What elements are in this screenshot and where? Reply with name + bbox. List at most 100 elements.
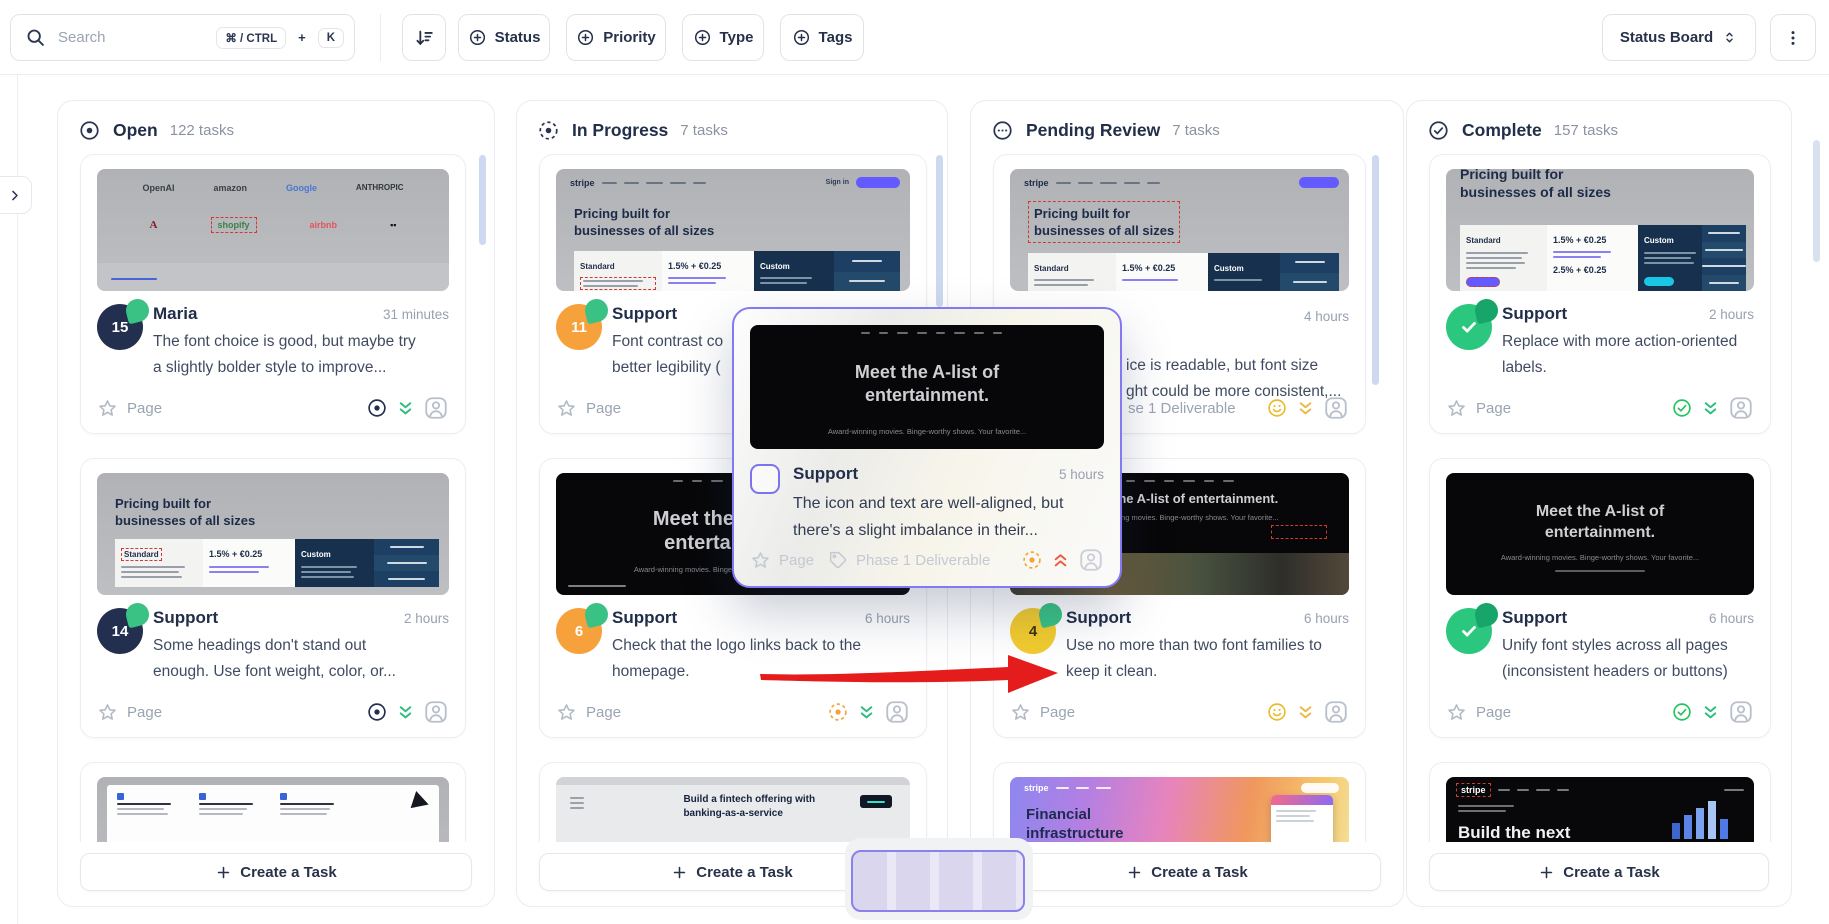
view-select-value: Status Board bbox=[1620, 29, 1713, 46]
priority-chevrons-down-icon[interactable] bbox=[395, 702, 416, 723]
card-timestamp: 2 hours bbox=[1709, 307, 1754, 322]
thumb-fee2-label: 2.5% + €0.25 bbox=[1553, 265, 1632, 275]
logo-mark: ▪▪ bbox=[390, 220, 396, 230]
task-card[interactable]: Meet the A-list of entertainment. Award-… bbox=[1429, 458, 1771, 738]
sidebar-expand-button[interactable] bbox=[0, 176, 32, 214]
kbd-key-badge: K bbox=[318, 28, 344, 48]
kbd-plus: + bbox=[298, 30, 306, 45]
star-icon[interactable] bbox=[1446, 702, 1467, 723]
thumb-standard-label: Standard bbox=[121, 548, 162, 561]
card-description: The font choice is good, but maybe try a… bbox=[153, 329, 449, 381]
status-circle-dot-icon[interactable] bbox=[366, 701, 388, 723]
star-icon[interactable] bbox=[556, 398, 577, 419]
logo-openai: OpenAI bbox=[142, 183, 174, 193]
priority-chevrons-down-icon[interactable] bbox=[1295, 702, 1316, 723]
card-description: Unify font styles across all pages (inco… bbox=[1502, 633, 1754, 685]
column-count: 122 tasks bbox=[170, 122, 234, 139]
column-open-scrollbar[interactable] bbox=[479, 155, 486, 245]
circle-plus-icon bbox=[792, 28, 811, 47]
priority-chevrons-down-icon[interactable] bbox=[395, 398, 416, 419]
card-author: Support bbox=[612, 304, 677, 324]
create-task-button[interactable]: Create a Task bbox=[993, 853, 1381, 891]
app-window: ⌘ / CTRL + K Status Priority Type Tags S… bbox=[0, 0, 1829, 924]
dragged-task-card[interactable]: Meet the A-list of entertainment. Award-… bbox=[732, 307, 1122, 588]
star-icon[interactable] bbox=[750, 550, 771, 571]
assignee-avatar-icon[interactable] bbox=[1323, 699, 1349, 725]
card-description: Some headings don't stand out enough. Us… bbox=[153, 633, 449, 685]
assignee-avatar-icon[interactable] bbox=[423, 395, 449, 421]
view-select[interactable]: Status Board bbox=[1602, 14, 1756, 61]
card-timestamp: 4 hours bbox=[1304, 309, 1349, 324]
create-task-button[interactable]: Create a Task bbox=[1429, 853, 1769, 891]
create-task-label: Create a Task bbox=[696, 864, 792, 881]
column-pending-review-scrollbar[interactable] bbox=[1372, 155, 1379, 385]
plus-icon bbox=[1126, 864, 1143, 881]
filter-priority-button[interactable]: Priority bbox=[566, 14, 666, 61]
assignee-avatar-icon[interactable] bbox=[1728, 699, 1754, 725]
card-author: Support bbox=[1502, 304, 1567, 324]
status-check-circle-icon[interactable] bbox=[1671, 397, 1693, 419]
page-scrollbar[interactable] bbox=[1813, 140, 1820, 262]
star-icon[interactable] bbox=[556, 702, 577, 723]
column-in-progress-scrollbar[interactable] bbox=[936, 155, 943, 307]
filter-tags-label: Tags bbox=[819, 29, 853, 46]
assignee-avatar-icon[interactable] bbox=[1728, 395, 1754, 421]
assignee-avatar-icon[interactable] bbox=[1078, 547, 1104, 573]
task-card[interactable]: OpenAI amazon Google ANTHROPIC A shopify… bbox=[80, 154, 466, 434]
more-options-button[interactable] bbox=[1770, 14, 1816, 61]
sort-button[interactable] bbox=[402, 14, 446, 61]
task-card[interactable]: Pricing built for businesses of all size… bbox=[80, 458, 466, 738]
status-smiley-icon[interactable] bbox=[1266, 397, 1288, 419]
card-timestamp: 31 minutes bbox=[383, 307, 449, 322]
star-icon[interactable] bbox=[1446, 398, 1467, 419]
logo-amazon: amazon bbox=[213, 183, 247, 193]
column-footer: Create a Task bbox=[971, 842, 1403, 906]
status-check-circle-icon[interactable] bbox=[1671, 701, 1693, 723]
card-timestamp: 5 hours bbox=[1059, 467, 1104, 482]
assignee-avatar-icon[interactable] bbox=[1323, 395, 1349, 421]
filter-type-button[interactable]: Type bbox=[682, 14, 764, 61]
card-author: Support bbox=[1502, 608, 1567, 628]
priority-chevrons-up-icon[interactable] bbox=[1050, 550, 1071, 571]
filter-status-button[interactable]: Status bbox=[458, 14, 550, 61]
circle-plus-icon bbox=[468, 28, 487, 47]
select-checkbox[interactable] bbox=[750, 464, 780, 494]
drag-drop-placeholder bbox=[851, 850, 1025, 912]
tag-icon bbox=[828, 550, 848, 570]
chevron-right-icon bbox=[7, 188, 22, 203]
badge-leaf bbox=[124, 297, 152, 325]
priority-ch evrons-down-icon[interactable] bbox=[1700, 702, 1721, 723]
card-tag-label: se 1 Deliverable bbox=[1128, 400, 1236, 417]
status-smiley-icon[interactable] bbox=[1266, 701, 1288, 723]
filter-tags-button[interactable]: Tags bbox=[780, 14, 864, 61]
star-icon[interactable] bbox=[97, 398, 118, 419]
logo-marriott: A bbox=[150, 219, 158, 231]
thumb-fintech-text: Build a fintech offering with bbox=[683, 793, 815, 807]
assignee-avatar-icon[interactable] bbox=[423, 699, 449, 725]
toolbar-divider bbox=[380, 14, 381, 61]
card-thumbnail-pricing: stripe Pricing built for businesses of a… bbox=[1010, 169, 1349, 291]
stripe-logo: stripe bbox=[1024, 178, 1049, 188]
task-card[interactable]: Pricing built for businesses of all size… bbox=[1429, 154, 1771, 434]
status-dashed-circle-icon[interactable] bbox=[1021, 549, 1043, 571]
kebab-menu-icon bbox=[1783, 28, 1803, 48]
comment-count-badge: 14 bbox=[97, 608, 143, 654]
status-circle-dot-icon[interactable] bbox=[366, 397, 388, 419]
card-type-label: Page bbox=[1476, 704, 1511, 721]
thumb-signin-label: Sign in bbox=[826, 179, 849, 186]
filter-type-label: Type bbox=[720, 29, 754, 46]
priority-chevrons-down-icon[interactable] bbox=[1295, 398, 1316, 419]
card-author: Maria bbox=[153, 304, 197, 324]
card-type-label: Page bbox=[779, 552, 814, 569]
card-author: Support bbox=[153, 608, 218, 628]
complete-check-badge bbox=[1446, 304, 1492, 350]
priority-chevrons-down-icon[interactable] bbox=[1700, 398, 1721, 419]
circle-plus-icon bbox=[576, 28, 595, 47]
create-task-button[interactable]: Create a Task bbox=[80, 853, 472, 891]
star-icon[interactable] bbox=[97, 702, 118, 723]
search-input[interactable] bbox=[56, 28, 206, 47]
column-footer: Create a Task bbox=[58, 842, 494, 906]
complete-check-badge bbox=[1446, 608, 1492, 654]
circle-check-icon bbox=[1427, 119, 1450, 142]
search-input-container[interactable]: ⌘ / CTRL + K bbox=[10, 14, 355, 61]
